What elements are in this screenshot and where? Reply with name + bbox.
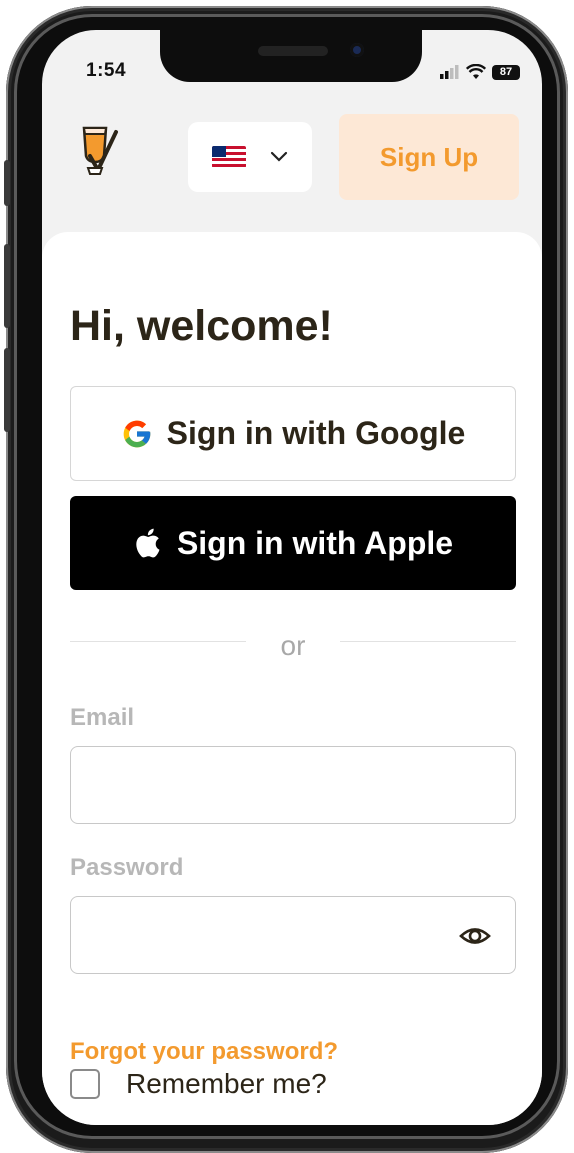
front-camera — [350, 43, 364, 57]
status-icons: 87 — [440, 64, 520, 80]
password-field[interactable] — [70, 896, 516, 974]
apple-icon — [136, 528, 160, 558]
mute-switch — [4, 160, 10, 206]
remember-me[interactable]: Remember me? — [70, 1068, 327, 1100]
google-icon — [123, 420, 151, 447]
show-password-eye-icon[interactable] — [459, 921, 491, 951]
speaker-grille — [258, 46, 328, 56]
screen: 1:54 87 Sign Up Hi, welcome! Sign in wit… — [42, 30, 542, 1125]
remember-me-checkbox[interactable] — [70, 1069, 100, 1099]
password-label: Password — [70, 854, 184, 881]
google-signin-label: Sign in with Google — [166, 415, 466, 451]
battery-icon: 87 — [492, 64, 520, 80]
divider-line — [340, 641, 516, 642]
or-divider: or — [70, 630, 516, 661]
email-label: Email — [70, 704, 135, 731]
forgot-password-link[interactable]: Forgot your password? — [70, 1038, 338, 1066]
apple-signin-button[interactable]: Sign in with Apple — [70, 496, 516, 590]
apple-signin-label: Sign in with Apple — [176, 524, 454, 561]
notch — [160, 30, 422, 82]
language-selector[interactable] — [188, 122, 312, 192]
volume-down-button — [4, 348, 10, 432]
volume-up-button — [4, 244, 10, 328]
divider-text: or — [280, 630, 306, 661]
google-signin-button[interactable]: Sign in with Google — [70, 386, 516, 481]
status-time: 1:54 — [86, 60, 127, 81]
remember-me-label: Remember me? — [126, 1068, 327, 1099]
signup-button[interactable]: Sign Up — [339, 114, 519, 200]
app-logo-icon — [82, 126, 118, 175]
cellular-signal-icon — [440, 65, 459, 79]
chevron-down-icon — [270, 151, 288, 162]
page-title: Hi, welcome! — [70, 302, 333, 350]
email-field[interactable] — [70, 746, 516, 824]
wifi-icon — [466, 64, 486, 79]
login-card: Hi, welcome! Sign in with Google Sign in… — [42, 232, 542, 1125]
us-flag-icon — [212, 146, 246, 168]
